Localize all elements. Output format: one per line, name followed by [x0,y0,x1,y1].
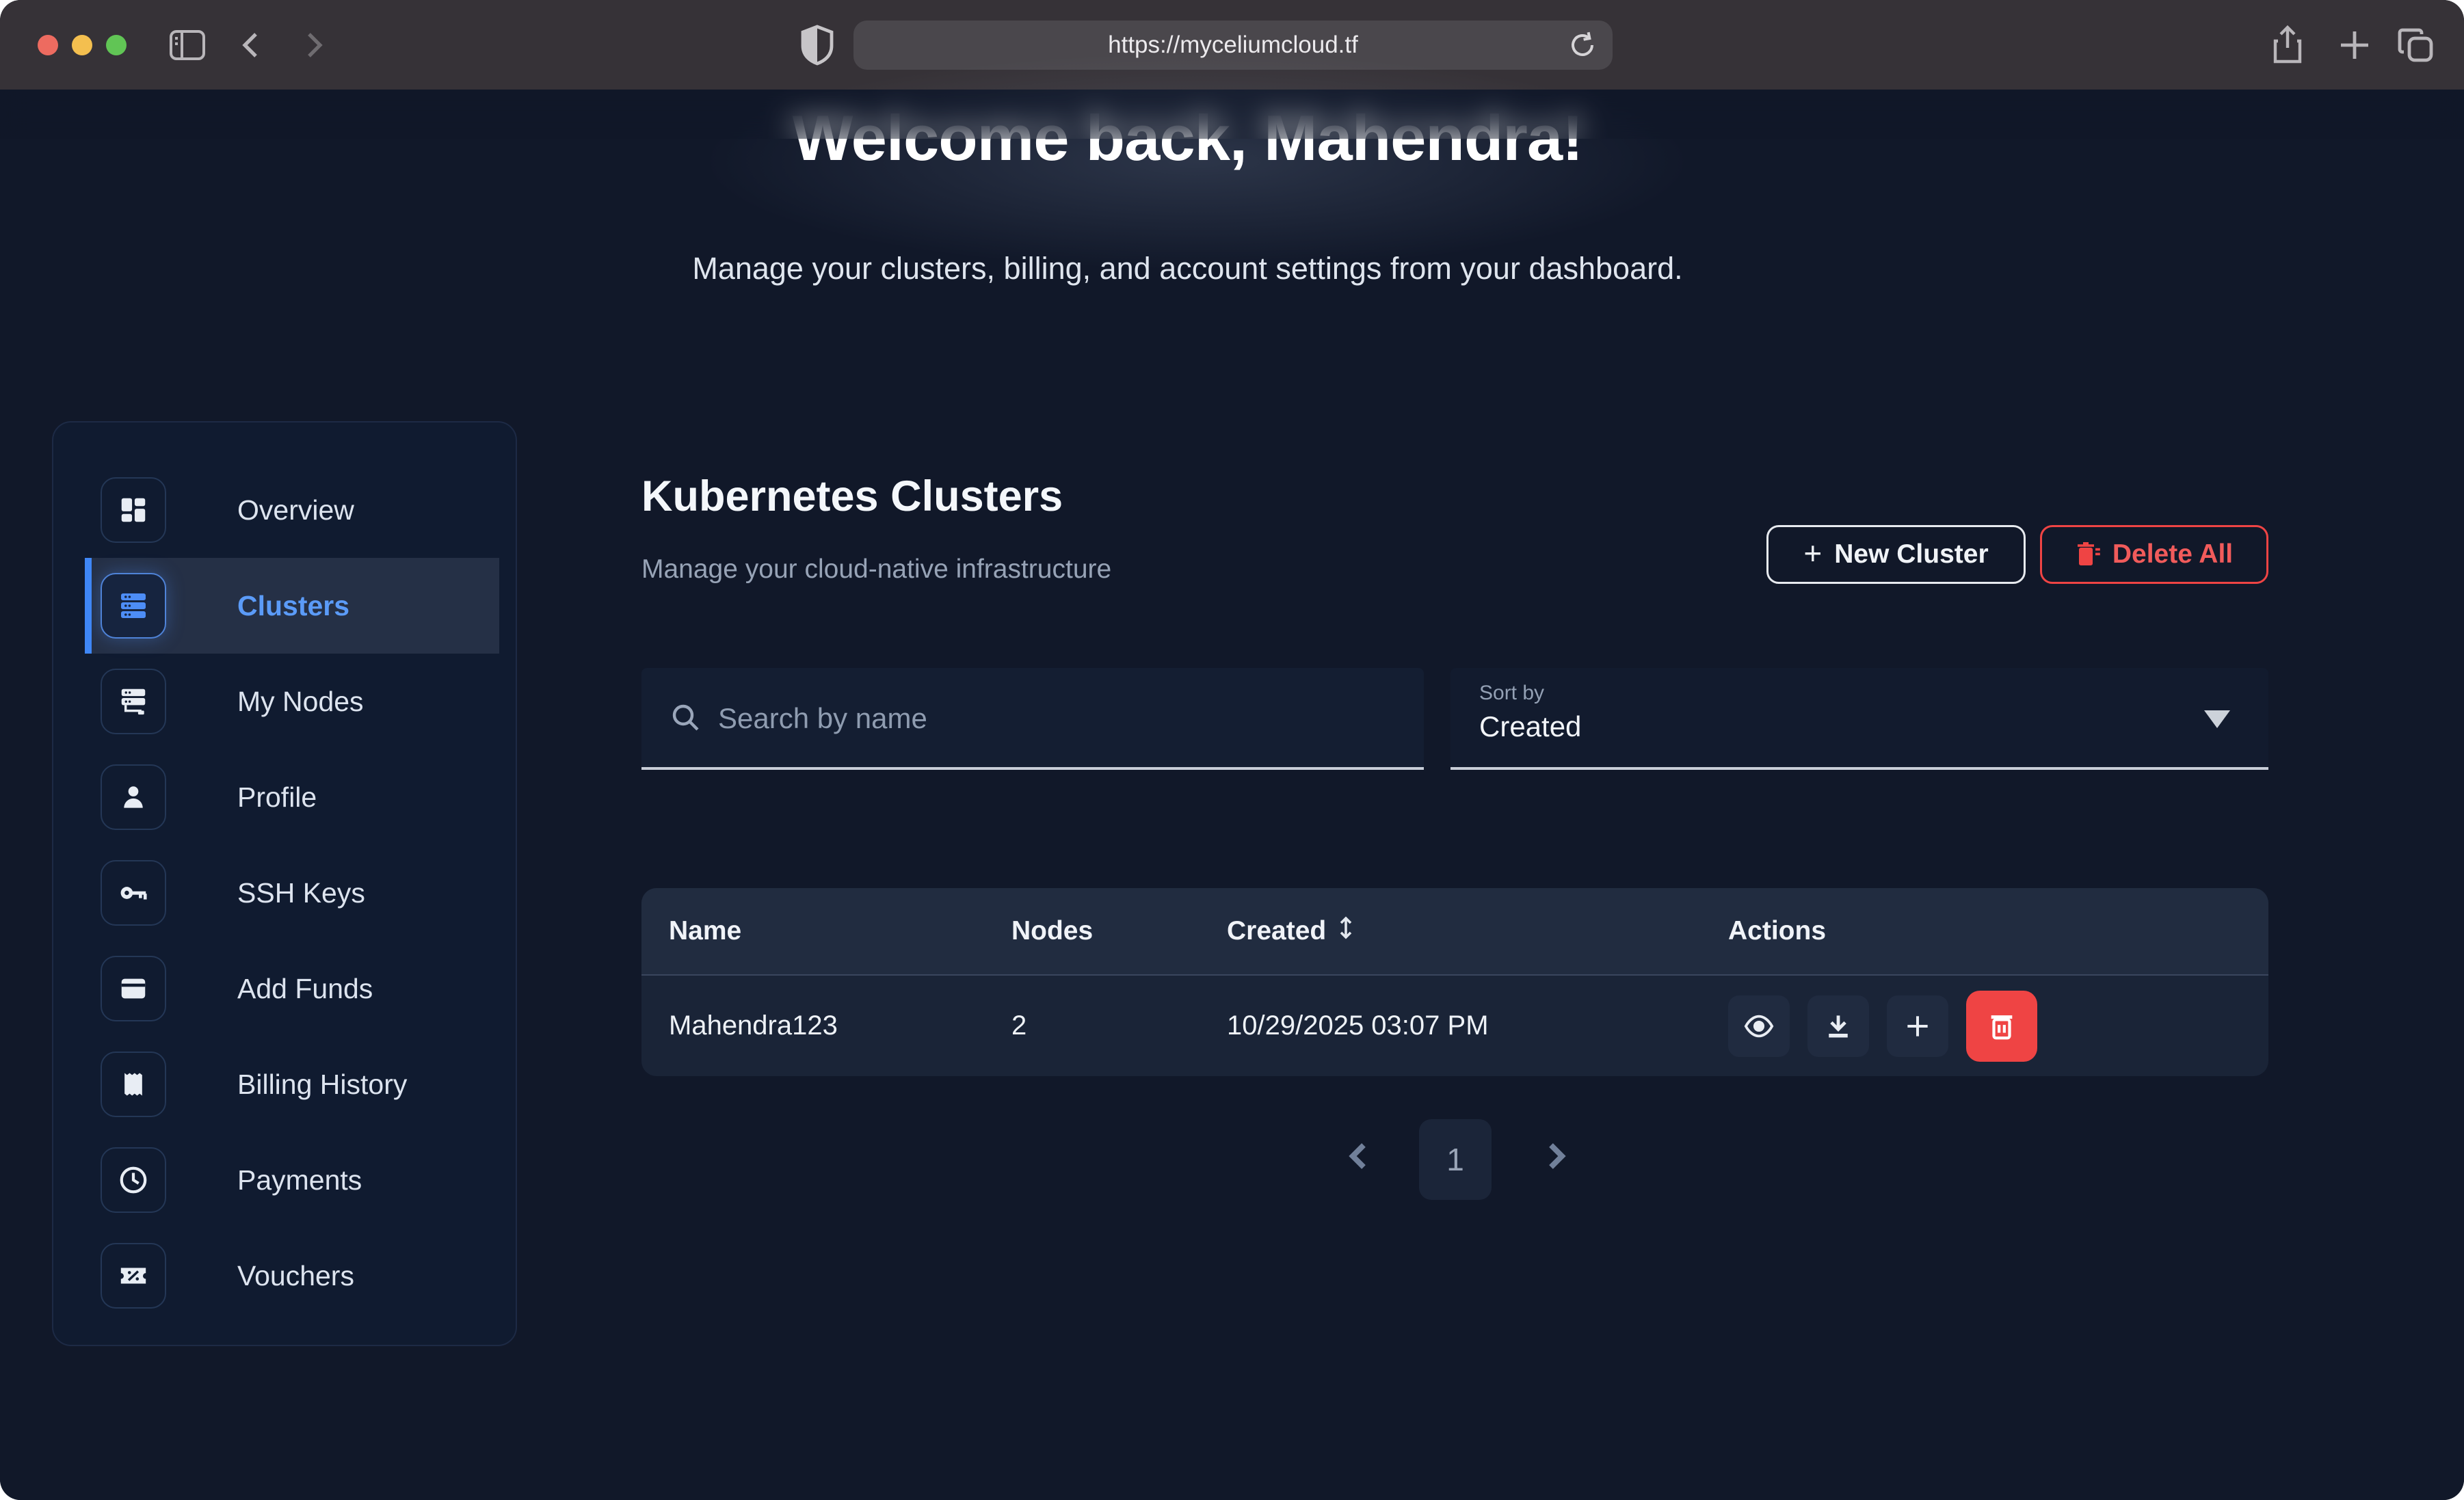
search-icon [670,702,700,732]
page-subtitle: Manage your clusters, billing, and accou… [0,251,2375,286]
sidebar-item-vouchers[interactable]: Vouchers [70,1228,499,1324]
cell-name: Mahendra123 [641,1010,984,1041]
user-icon [101,764,166,830]
sidebar-item-label: Vouchers [237,1260,354,1292]
close-window-button[interactable] [38,35,58,55]
minimize-window-button[interactable] [72,35,92,55]
forward-button[interactable] [293,0,334,90]
sidebar-item-label: Profile [237,781,317,814]
sidebar-item-clusters[interactable]: Clusters [70,558,499,654]
download-icon [1823,1011,1853,1041]
page-number-button[interactable]: 1 [1419,1119,1492,1200]
column-header-name: Name [641,916,984,946]
view-cluster-button[interactable] [1728,995,1790,1057]
eye-icon [1743,1010,1775,1042]
pagination: 1 [0,1115,2464,1204]
servers-icon [101,573,166,639]
sidebar-item-label: Add Funds [237,973,373,1005]
column-header-created-label: Created [1227,916,1326,946]
sidebar-item-profile[interactable]: Profile [70,749,499,845]
share-icon[interactable] [2264,0,2311,90]
zoom-window-button[interactable] [106,35,127,55]
delete-cluster-button[interactable] [1966,991,2037,1062]
sidebar-item-add-funds[interactable]: Add Funds [70,941,499,1036]
search-box [641,668,1424,770]
key-icon [101,860,166,926]
back-button[interactable] [231,0,272,90]
new-tab-icon[interactable] [2331,0,2379,90]
add-node-button[interactable] [1887,995,1948,1057]
delete-all-label: Delete All [2112,539,2233,570]
trash-icon [2076,541,2100,568]
new-cluster-button[interactable]: + New Cluster [1766,525,2026,584]
cell-actions [1701,991,2268,1062]
sidebar-item-label: Clusters [237,590,349,622]
dashboard-icon [101,477,166,543]
next-page-button[interactable] [1537,1138,1573,1177]
active-indicator-bar [85,558,92,654]
nodes-icon [101,669,166,734]
sidebar-toggle-icon[interactable] [167,0,208,90]
sidebar: Overview Clusters [52,421,517,1346]
cell-created: 10/29/2025 03:07 PM [1200,1010,1701,1041]
chevron-down-icon [2204,710,2230,728]
sort-updown-icon [1337,915,1355,948]
page-number: 1 [1446,1141,1464,1178]
sidebar-item-label: SSH Keys [237,877,365,909]
column-header-created[interactable]: Created [1200,915,1701,948]
download-kubeconfig-button[interactable] [1807,995,1869,1057]
sidebar-item-overview[interactable]: Overview [70,462,499,558]
plus-icon [1903,1011,1933,1041]
previous-page-button[interactable] [1342,1138,1377,1177]
sidebar-item-label: My Nodes [237,686,364,718]
sidebar-item-label: Overview [237,494,354,526]
table-row: Mahendra123 2 10/29/2025 03:07 PM [641,976,2268,1076]
trash-icon [1986,1010,2017,1042]
ticket-icon [101,1243,166,1309]
sort-value: Created [1479,710,1581,743]
plus-icon: + [1803,535,1822,572]
section-subheading: Manage your cloud-native infrastructure [641,554,1111,585]
clusters-table: Name Nodes Created Actions Mahendra123 2… [641,888,2268,1076]
tab-overview-icon[interactable] [2392,0,2440,90]
search-input[interactable] [717,668,1390,768]
card-icon [101,956,166,1021]
section-heading: Kubernetes Clusters [641,472,1063,521]
browser-window: https://myceliumcloud.tf [0,0,2464,1500]
sidebar-item-label: Billing History [237,1069,407,1101]
table-header-row: Name Nodes Created Actions [641,888,2268,976]
sidebar-item-my-nodes[interactable]: My Nodes [70,654,499,749]
sidebar-item-ssh-keys[interactable]: SSH Keys [70,845,499,941]
delete-all-button[interactable]: Delete All [2040,525,2268,584]
receipt-icon [101,1052,166,1117]
new-cluster-label: New Cluster [1834,539,1988,570]
sort-dropdown[interactable]: Sort by Created [1450,668,2268,770]
page-content: Welcome back, Mahendra! Manage your clus… [0,90,2464,1500]
column-header-actions: Actions [1701,916,2268,946]
cell-nodes: 2 [984,1010,1200,1041]
top-blur-strip [0,90,2464,139]
sort-label: Sort by [1479,682,1544,705]
column-header-nodes: Nodes [984,916,1200,946]
